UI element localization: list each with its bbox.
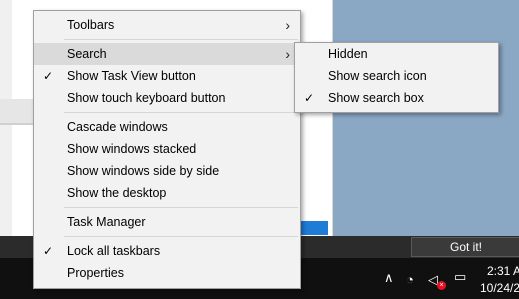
menu-item-show-touch-keyboard[interactable]: Show touch keyboard button <box>34 87 300 109</box>
menu-item-label: Lock all taskbars <box>67 244 161 258</box>
checkmark-icon: ✓ <box>43 69 54 83</box>
menu-item-properties[interactable]: Properties <box>34 262 300 284</box>
menu-item-windows-stacked[interactable]: Show windows stacked <box>34 138 300 160</box>
taskbar-context-menu: Toolbars › Search › ✓ Show Task View but… <box>33 10 301 289</box>
menu-item-toolbars[interactable]: Toolbars › <box>34 14 300 36</box>
menu-item-label: Show windows stacked <box>67 142 197 156</box>
menu-item-label: Show search box <box>328 91 424 105</box>
menu-item-label: Show touch keyboard button <box>67 91 226 105</box>
background-blue-button <box>300 221 328 235</box>
menu-item-label: Show Task View button <box>67 69 196 83</box>
submenu-item-hidden[interactable]: Hidden <box>295 43 498 65</box>
menu-item-windows-side-by-side[interactable]: Show windows side by side <box>34 160 300 182</box>
menu-item-label: Task Manager <box>67 215 146 229</box>
checkmark-icon: ✓ <box>43 244 54 258</box>
menu-item-lock-taskbars[interactable]: ✓ Lock all taskbars <box>34 240 300 262</box>
submenu-arrow-icon: › <box>285 46 290 62</box>
menu-item-label: Show the desktop <box>67 186 167 200</box>
menu-item-task-manager[interactable]: Task Manager <box>34 211 300 233</box>
wifi-icon[interactable]: ◔ <box>406 272 414 287</box>
menu-item-label: Properties <box>67 266 124 280</box>
submenu-item-show-search-box[interactable]: ✓ Show search box <box>295 87 498 109</box>
menu-item-label: Show windows side by side <box>67 164 220 178</box>
menu-separator <box>64 207 298 208</box>
menu-item-label: Show search icon <box>328 69 427 83</box>
checkmark-icon: ✓ <box>304 91 315 105</box>
menu-separator <box>64 39 298 40</box>
submenu-item-show-search-icon[interactable]: Show search icon <box>295 65 498 87</box>
show-hidden-icons-chevron-icon[interactable]: ∧ <box>384 270 394 286</box>
search-submenu: Hidden Show search icon ✓ Show search bo… <box>294 42 499 113</box>
clock-time[interactable]: 2:31 A <box>487 264 519 278</box>
submenu-arrow-icon: › <box>285 17 290 33</box>
desktop-background <box>333 0 519 236</box>
menu-item-show-desktop[interactable]: Show the desktop <box>34 182 300 204</box>
mute-badge-icon: × <box>437 281 446 290</box>
menu-item-label: Toolbars <box>67 18 115 32</box>
menu-item-label: Cascade windows <box>67 120 168 134</box>
menu-separator <box>64 112 298 113</box>
menu-separator <box>64 236 298 237</box>
menu-item-cascade-windows[interactable]: Cascade windows <box>34 116 300 138</box>
clock-date[interactable]: 10/24/2 <box>480 281 519 295</box>
menu-item-label: Hidden <box>328 47 368 61</box>
notification-center-icon[interactable]: ▭ <box>454 269 466 285</box>
menu-item-label: Search <box>67 47 107 61</box>
menu-item-show-task-view[interactable]: ✓ Show Task View button <box>34 65 300 87</box>
got-it-button[interactable]: Got it! <box>411 237 519 257</box>
menu-item-search[interactable]: Search › <box>34 43 300 65</box>
